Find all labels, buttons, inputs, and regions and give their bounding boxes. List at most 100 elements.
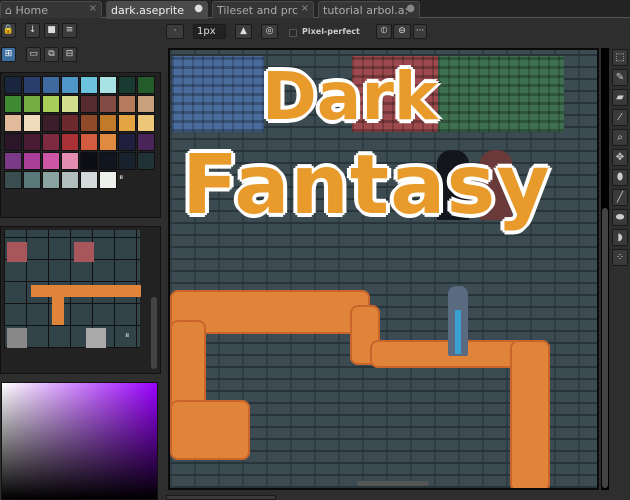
menu-button[interactable]: ≡ <box>62 23 77 38</box>
modified-dot-icon[interactable]: ● <box>406 3 415 14</box>
palette-swatch[interactable] <box>99 133 117 151</box>
tile <box>52 285 64 325</box>
palette-swatch[interactable] <box>137 95 155 113</box>
palette-swatch[interactable] <box>99 152 117 170</box>
spray-icon[interactable]: ⁘ <box>612 249 628 266</box>
palette-swatch[interactable] <box>4 114 22 132</box>
palette-swatch[interactable] <box>23 171 41 189</box>
close-icon[interactable]: × <box>89 3 97 14</box>
palette-swatch[interactable] <box>23 152 41 170</box>
new-file-button[interactable]: ■ <box>44 23 59 38</box>
more-button[interactable]: ··· <box>413 24 427 39</box>
palette-swatch[interactable] <box>118 114 136 132</box>
palette-swatch[interactable] <box>4 133 22 151</box>
palette-swatch[interactable] <box>137 114 155 132</box>
palette-swatch[interactable] <box>80 152 98 170</box>
pixel-perfect-label: Pixel-perfect <box>302 27 360 36</box>
palette-swatch[interactable] <box>61 133 79 151</box>
options-button[interactable]: ⊟ <box>62 47 77 62</box>
horizontal-scrollbar[interactable] <box>357 481 429 486</box>
brush-size-input[interactable]: 1px <box>193 24 226 39</box>
palette-panel: ⏸ <box>0 72 161 218</box>
palette-swatch[interactable] <box>137 152 155 170</box>
palette-swatch[interactable] <box>42 76 60 94</box>
palette-swatch[interactable] <box>61 95 79 113</box>
line-icon[interactable]: ╱ <box>612 189 628 206</box>
close-icon[interactable]: × <box>301 3 309 14</box>
eyedropper-icon[interactable]: ⁄ <box>612 109 628 126</box>
move-icon[interactable]: ✥ <box>612 149 628 166</box>
palette-swatch[interactable] <box>99 114 117 132</box>
tileset-grid[interactable] <box>4 230 141 348</box>
palette-swatch[interactable] <box>99 76 117 94</box>
palette-mode-button[interactable]: ⊞ <box>1 47 16 62</box>
tab-home[interactable]: ⌂ Home × <box>0 1 102 18</box>
tab-dark-aseprite[interactable]: dark.aseprite ● <box>106 1 208 19</box>
brush-type-button[interactable]: · <box>166 24 184 39</box>
zoom-icon[interactable]: ⌕ <box>612 129 628 146</box>
palette-resize-handle[interactable]: ⏸ <box>119 173 124 183</box>
palette-swatch[interactable] <box>61 76 79 94</box>
ink-button[interactable]: ▲ <box>235 24 252 39</box>
palette-swatch[interactable] <box>4 171 22 189</box>
tab-tileset[interactable]: Tileset and prc × <box>212 1 314 18</box>
timeline-buttons[interactable] <box>166 495 276 500</box>
palette-swatch[interactable] <box>118 133 136 151</box>
palette-swatch[interactable] <box>99 95 117 113</box>
palette-swatch[interactable] <box>23 114 41 132</box>
palette-swatch[interactable] <box>4 76 22 94</box>
palette-swatch[interactable] <box>42 152 60 170</box>
pixel-perfect-checkbox[interactable] <box>289 29 297 37</box>
palette-swatch[interactable] <box>4 152 22 170</box>
tileset-panel: ⏸ <box>0 226 161 374</box>
palette-swatch[interactable] <box>80 76 98 94</box>
palette-swatch[interactable] <box>137 76 155 94</box>
palette-swatch[interactable] <box>137 133 155 151</box>
palette-swatch[interactable] <box>61 171 79 189</box>
symmetry-vertical-button[interactable]: ⦶ <box>376 24 392 39</box>
tab-label: dark.aseprite <box>111 4 184 17</box>
tab-tutorial-arbol[interactable]: tutorial arbol.a: ● <box>318 1 420 18</box>
presets-button[interactable]: ⧉ <box>44 47 59 62</box>
palette-swatch[interactable] <box>61 114 79 132</box>
select-icon[interactable]: ⬚ <box>612 49 628 66</box>
palette-swatch[interactable] <box>99 171 117 189</box>
palette-swatch[interactable] <box>80 95 98 113</box>
palette-swatch[interactable] <box>118 95 136 113</box>
tileset-resize-handle[interactable]: ⏸ <box>125 331 130 341</box>
tile <box>7 242 27 262</box>
tileset-scrollbar[interactable] <box>151 297 157 369</box>
palette-swatch[interactable] <box>42 114 60 132</box>
palette-swatch[interactable] <box>61 152 79 170</box>
vertical-scrollbar[interactable] <box>602 208 608 488</box>
eraser-icon[interactable]: ▰ <box>612 89 628 106</box>
palette-swatch[interactable] <box>80 114 98 132</box>
green-roof <box>438 56 564 132</box>
palette-swatch[interactable] <box>4 95 22 113</box>
sprite-canvas[interactable]: Dark Fantasy <box>168 48 599 490</box>
tab-label: Tileset and prc <box>217 4 299 17</box>
palette-swatch[interactable] <box>42 95 60 113</box>
palette-swatch[interactable] <box>42 133 60 151</box>
modified-dot-icon[interactable]: ● <box>194 3 203 14</box>
palette-swatch[interactable] <box>80 133 98 151</box>
sort-button[interactable]: ▭ <box>26 47 41 62</box>
color-picker-gradient[interactable] <box>1 382 158 500</box>
home-icon: ⌂ <box>5 4 16 17</box>
lock-button[interactable]: 🔒 <box>1 23 16 38</box>
opacity-button[interactable]: ◎ <box>261 24 278 39</box>
palette-swatch[interactable] <box>42 171 60 189</box>
download-button[interactable]: ↓ <box>25 23 40 38</box>
contour-icon[interactable]: ◗ <box>612 229 628 246</box>
blue-roof <box>172 56 264 132</box>
symmetry-horizontal-button[interactable]: ⊖ <box>393 24 411 39</box>
palette-swatch[interactable] <box>118 152 136 170</box>
palette-swatch[interactable] <box>23 76 41 94</box>
palette-swatch[interactable] <box>23 95 41 113</box>
fill-icon[interactable]: ⬮ <box>612 169 628 186</box>
palette-swatch[interactable] <box>80 171 98 189</box>
pencil-icon[interactable]: ✎ <box>612 69 628 86</box>
palette-swatch[interactable] <box>118 76 136 94</box>
ellipse-icon[interactable]: ⬬ <box>612 209 628 226</box>
palette-swatch[interactable] <box>23 133 41 151</box>
